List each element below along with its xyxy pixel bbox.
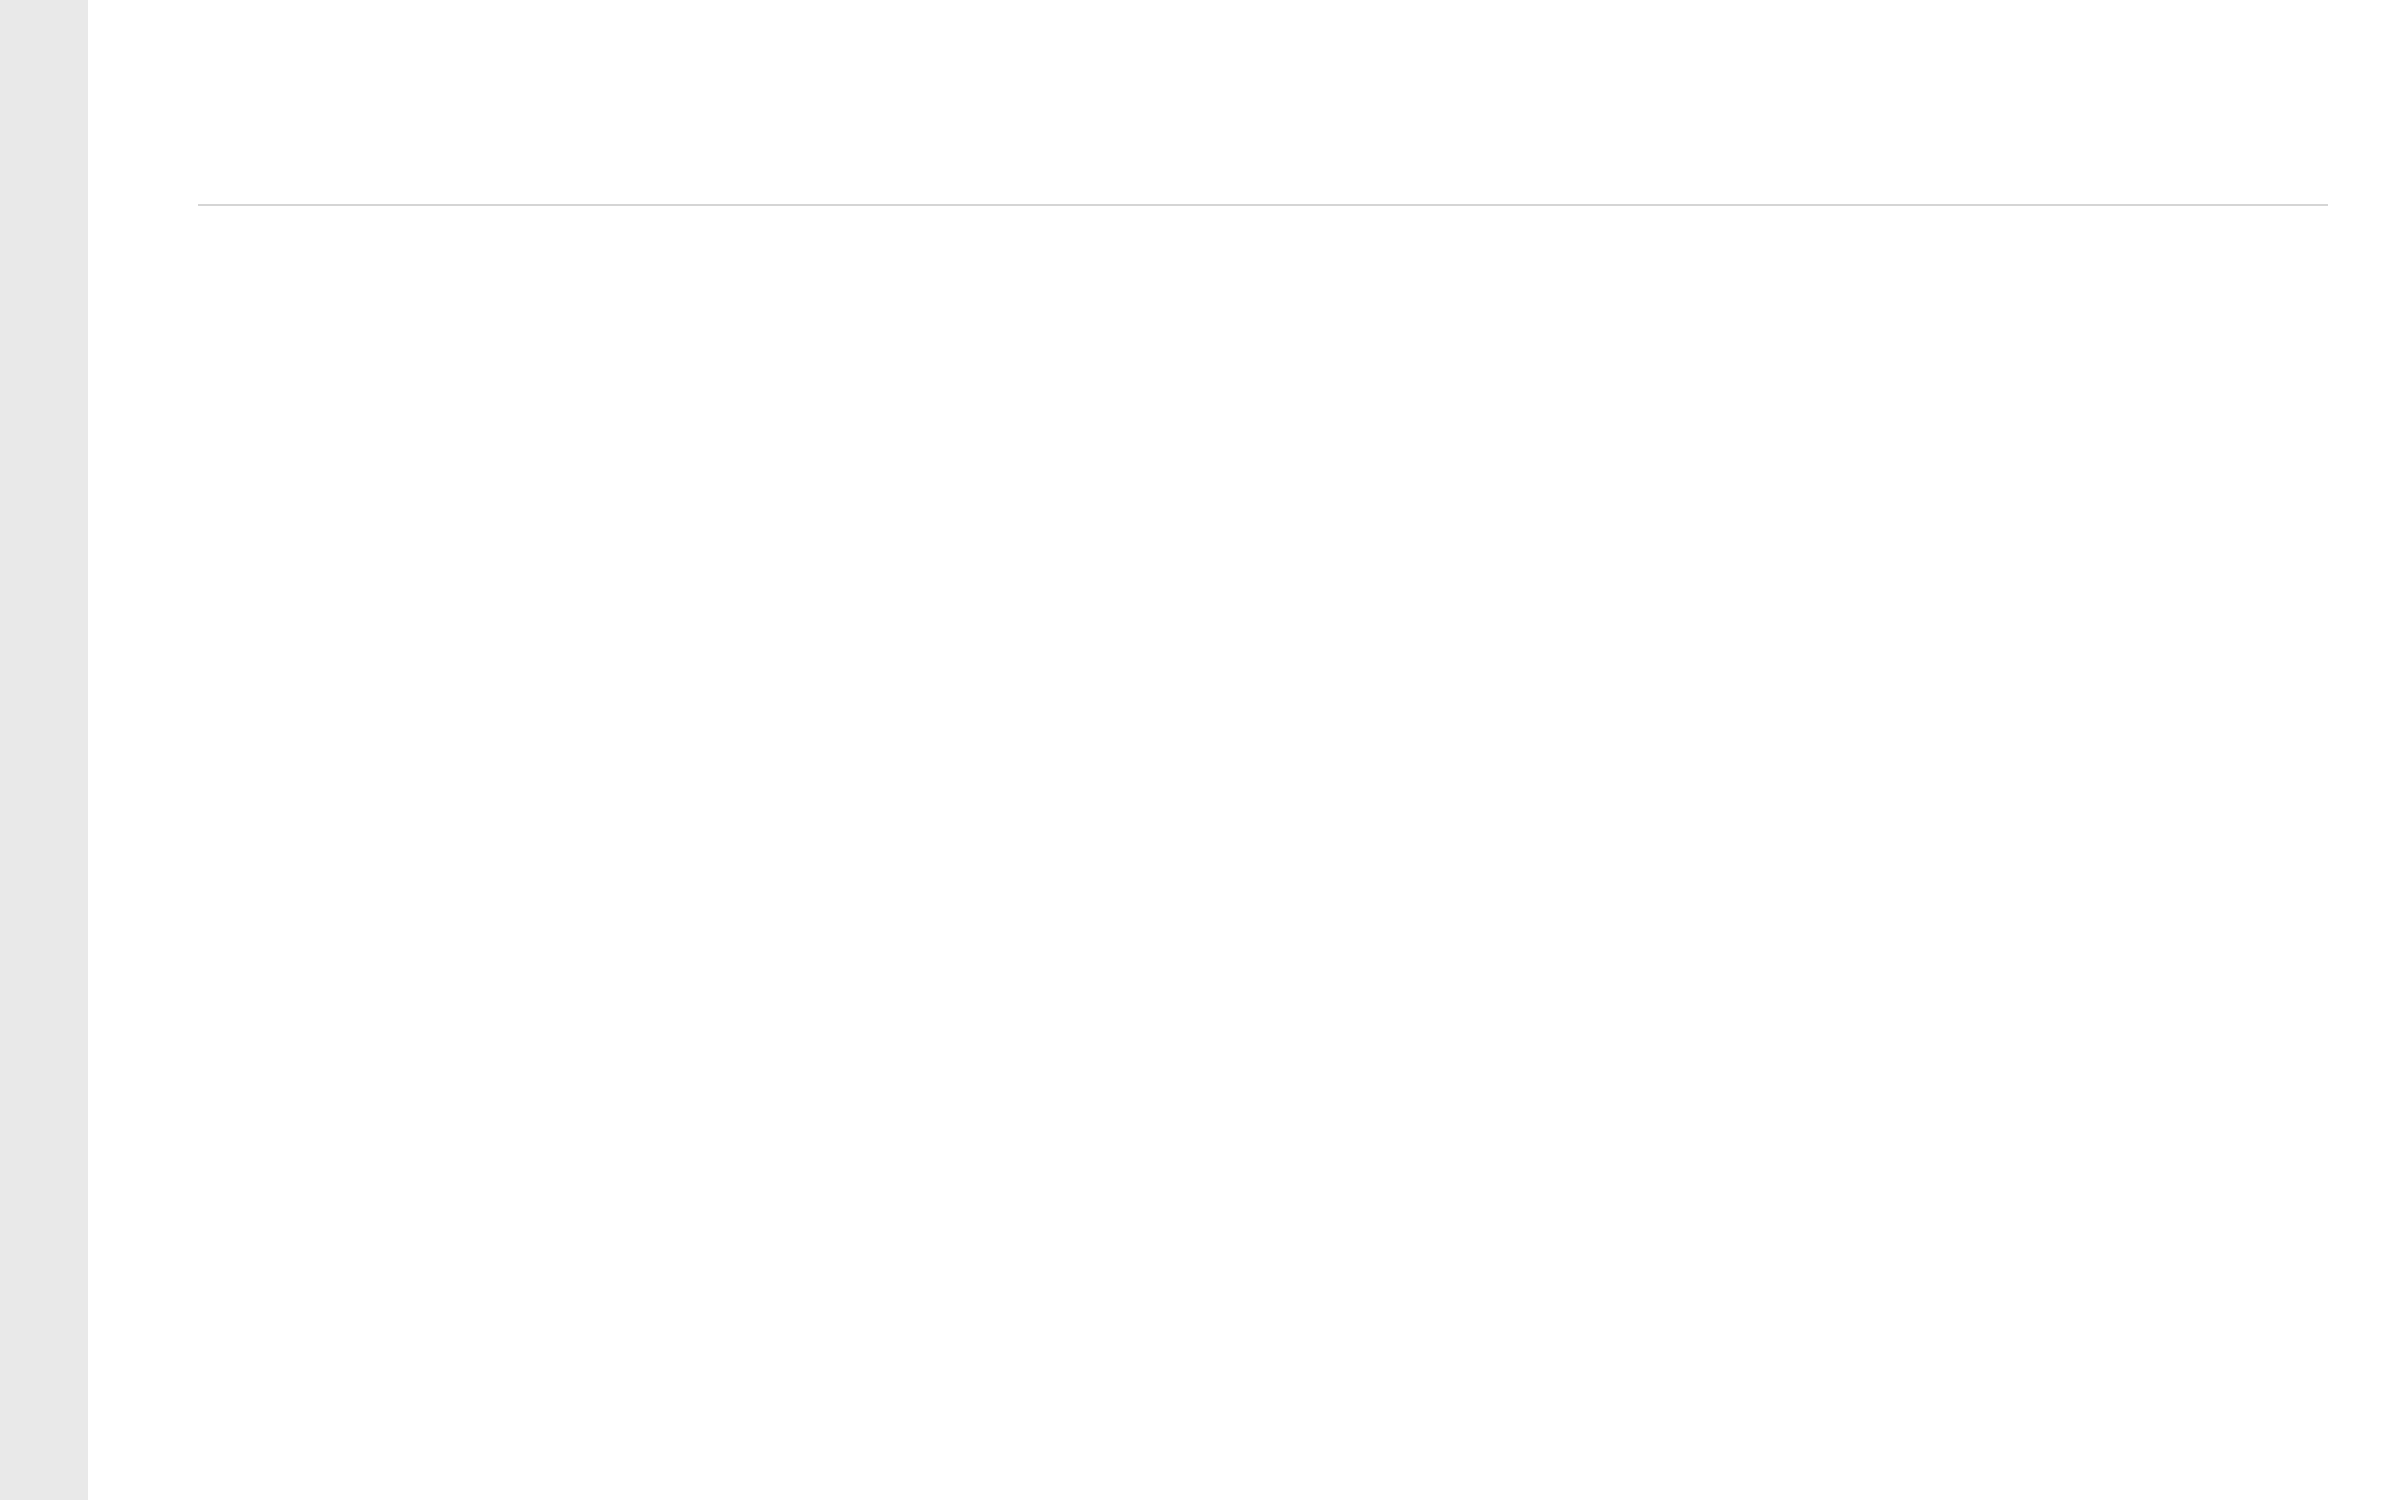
- sidebar: [0, 0, 88, 1500]
- main-content: [88, 0, 2400, 1500]
- http-table-wrap: [198, 204, 2328, 206]
